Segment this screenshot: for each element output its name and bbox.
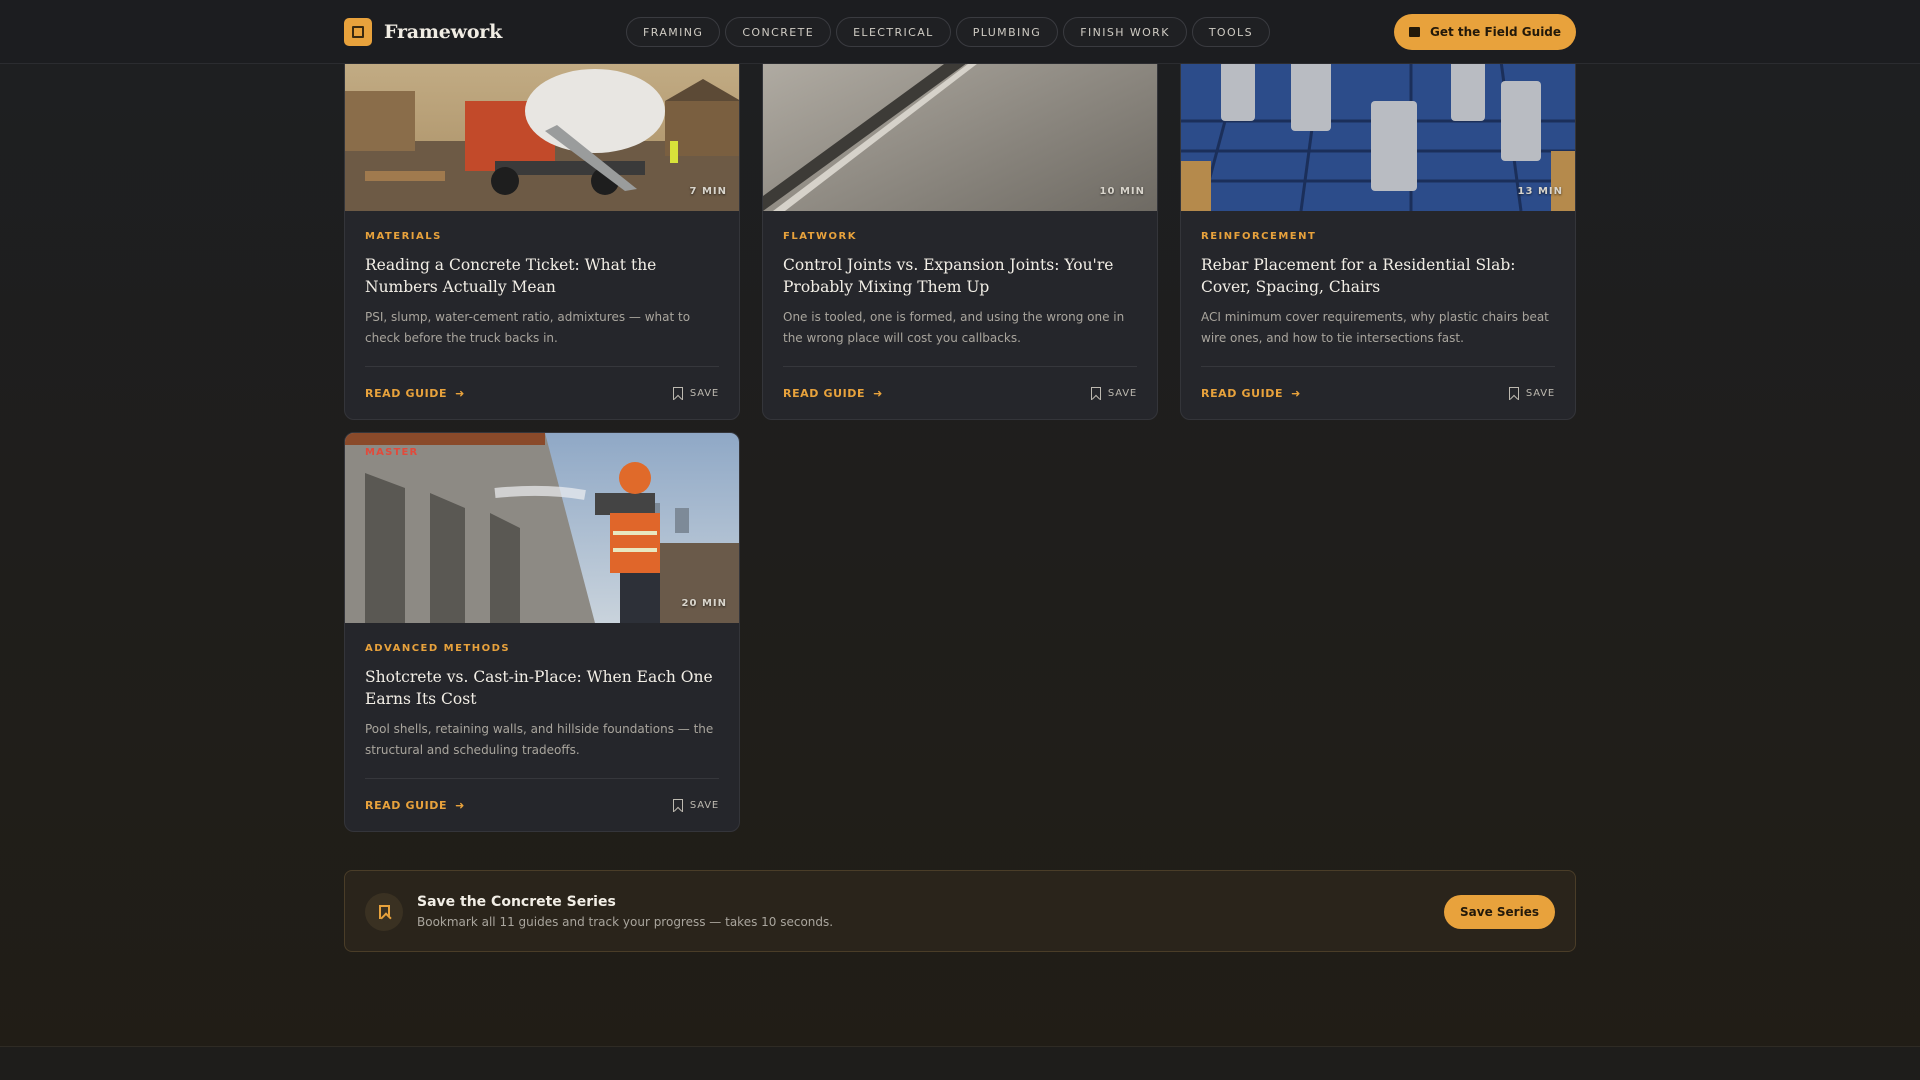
save-button[interactable]: SAVE bbox=[672, 386, 719, 400]
get-field-guide-button[interactable]: Get the Field Guide bbox=[1394, 14, 1576, 50]
read-guide-link[interactable]: READ GUIDE ➜ bbox=[783, 387, 883, 400]
read-guide-label: READ GUIDE bbox=[1201, 386, 1284, 400]
card-title[interactable]: Shotcrete vs. Cast-in-Place: When Each O… bbox=[365, 666, 719, 710]
card-description: Pool shells, retaining walls, and hillsi… bbox=[365, 722, 714, 757]
read-time: 10 MIN bbox=[1099, 186, 1145, 197]
top-nav-bar: Framework FRAMING CONCRETE ELECTRICAL PL… bbox=[0, 0, 1920, 64]
read-guide-link[interactable]: READ GUIDE ➜ bbox=[365, 387, 465, 400]
nav-tools[interactable]: TOOLS bbox=[1191, 17, 1270, 47]
nav-electrical[interactable]: ELECTRICAL bbox=[836, 17, 951, 47]
save-button[interactable]: SAVE bbox=[1090, 386, 1137, 400]
card-category: FLATWORK bbox=[783, 231, 857, 242]
card-category: MATERIALS bbox=[365, 231, 442, 242]
cta-label: Get the Field Guide bbox=[1429, 25, 1562, 39]
card-category: REINFORCEMENT bbox=[1201, 231, 1317, 242]
nav-finish-work[interactable]: FINISH WORK bbox=[1063, 17, 1187, 47]
guide-card[interactable]: 10 MIN FLATWORK Control Joints vs. Expan… bbox=[762, 20, 1158, 420]
guide-card[interactable]: 13 MIN REINFORCEMENT Rebar Placement for… bbox=[1180, 20, 1576, 420]
nav-plumbing[interactable]: PLUMBING bbox=[955, 17, 1059, 47]
save-button[interactable]: SAVE bbox=[1508, 386, 1555, 400]
arrow-right-icon: ➜ bbox=[455, 386, 465, 400]
read-guide-label: READ GUIDE bbox=[365, 798, 448, 812]
save-series-banner: Save the Concrete Series Bookmark all 11… bbox=[344, 870, 1576, 952]
save-label: SAVE bbox=[1525, 387, 1555, 399]
bookmark-icon bbox=[672, 798, 683, 812]
bookmark-icon bbox=[365, 893, 403, 931]
read-time: 7 MIN bbox=[689, 186, 727, 197]
card-description: PSI, slump, water-cement ratio, admixtur… bbox=[365, 310, 691, 345]
save-label: SAVE bbox=[1107, 387, 1137, 399]
banner-title: Save the Concrete Series bbox=[417, 894, 616, 910]
card-title[interactable]: Rebar Placement for a Residential Slab: … bbox=[1201, 254, 1555, 298]
read-guide-label: READ GUIDE bbox=[783, 386, 866, 400]
bookmark-icon bbox=[672, 386, 683, 400]
save-button[interactable]: SAVE bbox=[672, 798, 719, 812]
card-description: ACI minimum cover requirements, why plas… bbox=[1201, 310, 1549, 345]
brand-logo-icon bbox=[344, 18, 372, 46]
save-label: SAVE bbox=[689, 387, 719, 399]
save-label: SAVE bbox=[689, 799, 719, 811]
category-nav: FRAMING CONCRETE ELECTRICAL PLUMBING FIN… bbox=[626, 17, 1270, 47]
nav-concrete[interactable]: CONCRETE bbox=[725, 17, 832, 47]
card-category: ADVANCED METHODS bbox=[365, 643, 511, 654]
read-time: 13 MIN bbox=[1517, 186, 1563, 197]
bookmark-icon bbox=[1090, 386, 1101, 400]
read-guide-link[interactable]: READ GUIDE ➜ bbox=[365, 799, 465, 812]
brand-name: Framework bbox=[384, 21, 503, 43]
arrow-right-icon: ➜ bbox=[873, 386, 883, 400]
card-description: One is tooled, one is formed, and using … bbox=[783, 310, 1125, 345]
guide-card[interactable]: MASTER 20 MIN ADVANCED METHODS Shotcrete… bbox=[344, 432, 740, 832]
card-title[interactable]: Control Joints vs. Expansion Joints: You… bbox=[783, 254, 1137, 298]
banner-subtitle: Bookmark all 11 guides and track your pr… bbox=[417, 915, 834, 929]
guide-card[interactable]: 7 MIN MATERIALS Reading a Concrete Ticke… bbox=[344, 20, 740, 420]
arrow-right-icon: ➜ bbox=[455, 798, 465, 812]
master-badge: MASTER bbox=[365, 447, 419, 458]
shotcrete-worker-illustration bbox=[345, 433, 739, 623]
footer bbox=[0, 1047, 1920, 1080]
arrow-right-icon: ➜ bbox=[1291, 386, 1301, 400]
read-guide-link[interactable]: READ GUIDE ➜ bbox=[1201, 387, 1301, 400]
nav-framing[interactable]: FRAMING bbox=[626, 17, 721, 47]
book-icon bbox=[1408, 27, 1420, 37]
save-series-button[interactable]: Save Series bbox=[1444, 895, 1555, 929]
bookmark-icon bbox=[1508, 386, 1519, 400]
brand[interactable]: Framework bbox=[344, 18, 502, 46]
read-guide-label: READ GUIDE bbox=[365, 386, 448, 400]
card-title[interactable]: Reading a Concrete Ticket: What the Numb… bbox=[365, 254, 719, 298]
card-image-shotcrete: MASTER 20 MIN bbox=[345, 433, 739, 623]
read-time: 20 MIN bbox=[681, 598, 727, 609]
